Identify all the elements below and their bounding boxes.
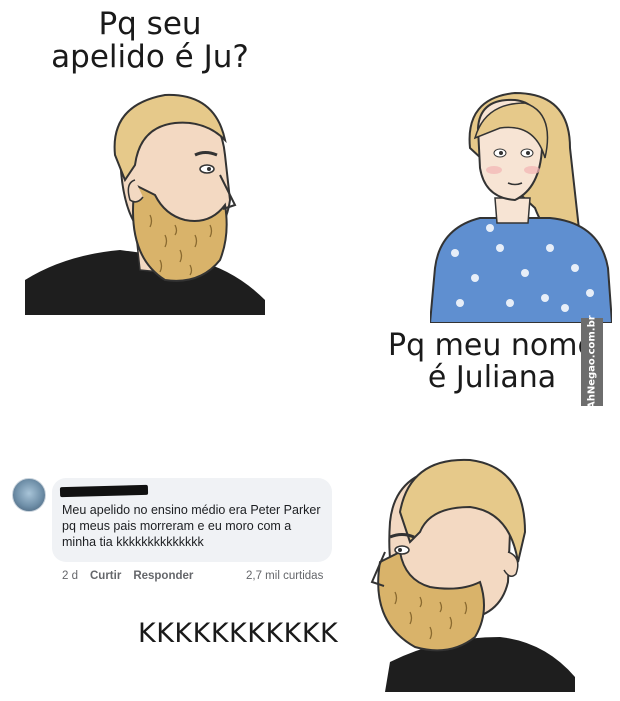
comment-bubble: Meu apelido no ensino médio era Peter Pa…: [52, 478, 332, 562]
comment-text: Meu apelido no ensino médio era Peter Pa…: [62, 503, 321, 549]
top-caption: Pq seu apelido é Ju?: [40, 8, 260, 73]
comment-time: 2 d: [62, 570, 78, 582]
middle-caption-line2: é Juliana: [427, 359, 557, 395]
top-caption-line2: apelido é Ju?: [51, 38, 249, 75]
comment-actions: 2 d Curtir Responder: [62, 570, 193, 582]
redacted-author-name: [59, 484, 149, 498]
middle-caption-line1: Pq meu nome: [388, 328, 596, 363]
chad-figure-top: [25, 85, 265, 315]
likes-count[interactable]: 2,7 mil curtidas: [246, 570, 323, 582]
woman-figure: [430, 88, 612, 323]
reply-button[interactable]: Responder: [133, 570, 193, 582]
top-caption-line1: Pq seu: [98, 6, 202, 42]
bottom-caption: KKKKKKKKKKK: [138, 618, 339, 649]
commenter-avatar[interactable]: [12, 478, 46, 512]
like-button[interactable]: Curtir: [90, 570, 121, 582]
middle-caption: Pq meu nome é Juliana: [382, 330, 602, 393]
watermark: AhNegao.com.br: [581, 315, 603, 409]
chad-figure-bottom: [330, 452, 580, 692]
